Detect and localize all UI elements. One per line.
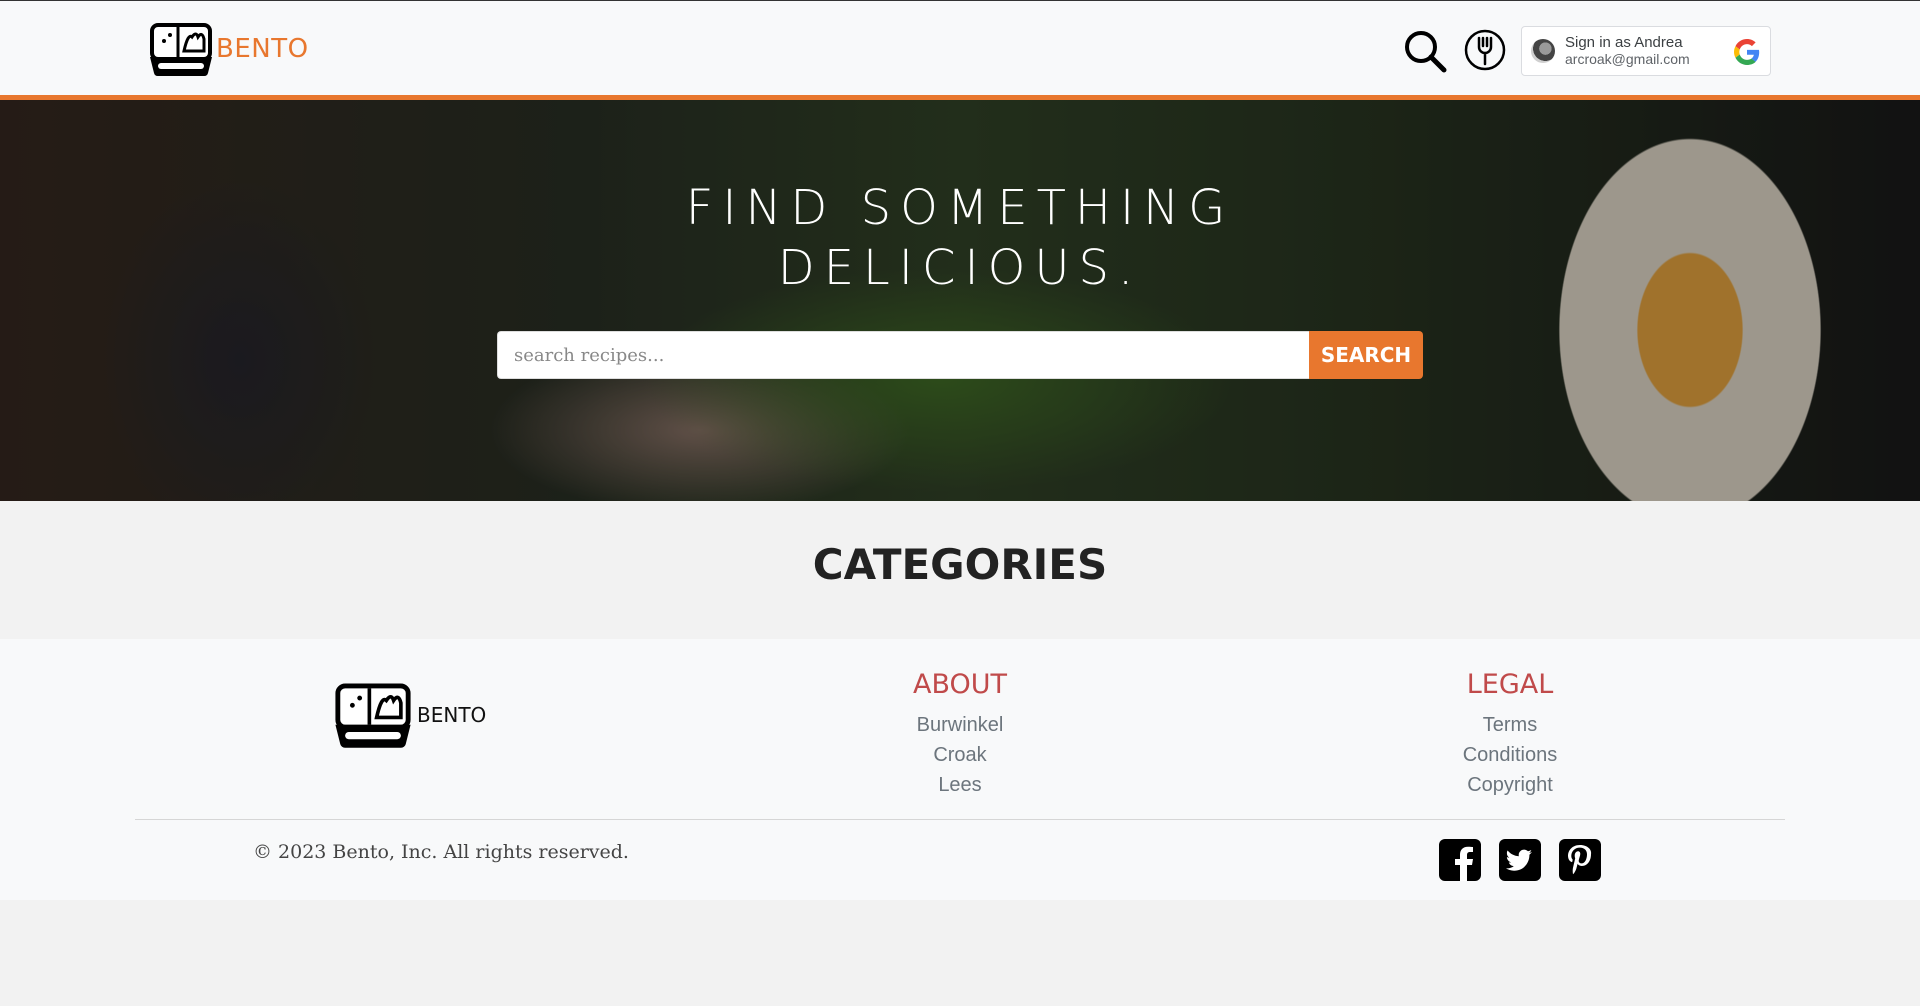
footer-link-terms[interactable]: Terms: [1410, 710, 1610, 740]
search-icon[interactable]: [1403, 29, 1447, 73]
footer-link-conditions[interactable]: Conditions: [1410, 740, 1610, 770]
copyright-text: © 2023 Bento, Inc. All rights reserved.: [253, 841, 629, 863]
bento-logo-icon: [335, 683, 411, 748]
google-icon: [1734, 39, 1760, 65]
avatar: [1531, 39, 1555, 63]
footer-about-column: ABOUT Burwinkel Croak Lees: [860, 669, 1060, 800]
twitter-icon[interactable]: [1499, 839, 1541, 881]
hero-title: FIND SOMETHING DELICIOUS.: [685, 180, 1235, 296]
footer-brand-name: BENTO: [417, 703, 487, 727]
pinterest-icon[interactable]: [1559, 839, 1601, 881]
search-input[interactable]: [497, 331, 1309, 379]
footer-divider: [135, 819, 1785, 820]
footer-legal-column: LEGAL Terms Conditions Copyright: [1410, 669, 1610, 800]
navbar: BENTO Sign in as Andrea arcroak@gmail.co…: [0, 0, 1920, 101]
categories-heading: CATEGORIES: [812, 540, 1108, 589]
fork-icon[interactable]: [1464, 29, 1506, 71]
hero-banner: FIND SOMETHING DELICIOUS. SEARCH: [0, 100, 1920, 501]
footer-link-burwinkel[interactable]: Burwinkel: [860, 710, 1060, 740]
search-button[interactable]: SEARCH: [1309, 331, 1423, 379]
brand-link[interactable]: BENTO: [148, 21, 309, 77]
footer-link-lees[interactable]: Lees: [860, 770, 1060, 800]
brand-name: BENTO: [216, 34, 309, 64]
footer-link-croak[interactable]: Croak: [860, 740, 1060, 770]
footer-brand: BENTO: [333, 681, 486, 749]
footer-about-heading: ABOUT: [912, 669, 1008, 700]
recipe-search-form: SEARCH: [497, 331, 1423, 379]
signin-email: arcroak@gmail.com: [1565, 51, 1690, 67]
google-signin-button[interactable]: Sign in as Andrea arcroak@gmail.com: [1521, 26, 1771, 76]
footer-link-copyright[interactable]: Copyright: [1410, 770, 1610, 800]
footer-legal-heading: LEGAL: [1466, 669, 1554, 700]
bento-logo-icon: [150, 23, 212, 77]
signin-name: Sign in as Andrea: [1565, 34, 1683, 51]
footer: BENTO ABOUT Burwinkel Croak Lees LEGAL T…: [0, 639, 1920, 900]
facebook-icon[interactable]: [1439, 839, 1481, 881]
